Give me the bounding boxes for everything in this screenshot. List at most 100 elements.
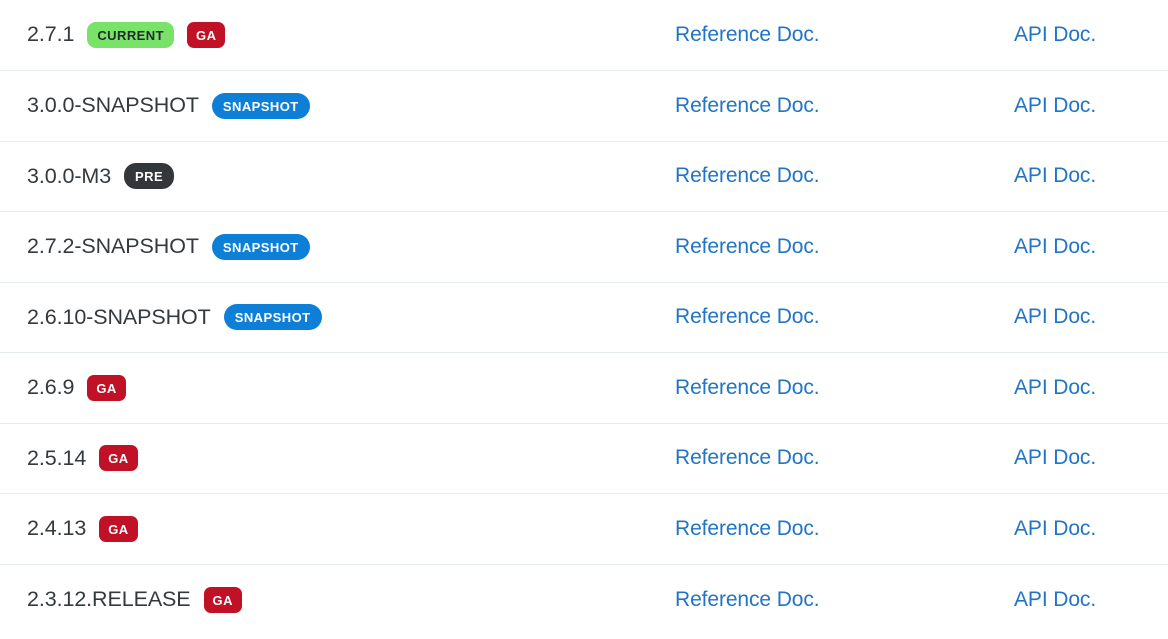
api-doc-link[interactable]: API Doc. [1014, 23, 1096, 46]
version-cell: 2.5.14 GA [0, 422, 653, 494]
version-list-body: 2.7.1 CURRENT GA Reference Doc. API Doc. 3.0.… [0, 0, 1168, 635]
reference-doc-link[interactable]: Reference Doc. [675, 517, 820, 540]
version-cell: 2.4.13 GA [0, 493, 653, 564]
api-doc-link[interactable]: API Doc. [1014, 517, 1096, 540]
reference-doc-link[interactable]: Reference Doc. [675, 164, 820, 187]
reference-doc-link[interactable]: Reference Doc. [675, 446, 820, 469]
status-badge-current: CURRENT [87, 22, 175, 48]
api-doc-cell: API Doc. [996, 422, 1168, 494]
version-label: 2.7.1 [27, 22, 75, 47]
reference-doc-cell: Reference Doc. [653, 563, 996, 635]
api-doc-link[interactable]: API Doc. [1014, 164, 1096, 187]
version-cell: 3.0.0-M3 PRE [0, 140, 653, 212]
reference-doc-cell: Reference Doc. [653, 352, 996, 423]
version-cell: 2.3.12.RELEASE GA [0, 563, 653, 635]
api-doc-cell: API Doc. [996, 281, 1168, 353]
reference-doc-cell: Reference Doc. [653, 0, 996, 71]
api-doc-link[interactable]: API Doc. [1014, 588, 1096, 611]
version-cell: 2.7.1 CURRENT GA [0, 0, 653, 71]
reference-doc-cell-content: Reference Doc. [653, 377, 996, 399]
reference-doc-link[interactable]: Reference Doc. [675, 235, 820, 258]
api-doc-cell: API Doc. [996, 0, 1168, 71]
reference-doc-link[interactable]: Reference Doc. [675, 94, 820, 117]
version-label: 2.3.12.RELEASE [27, 586, 191, 611]
reference-doc-link[interactable]: Reference Doc. [675, 588, 820, 611]
version-cell: 2.6.10-SNAPSHOT SNAPSHOT [0, 281, 653, 353]
api-doc-cell: API Doc. [996, 493, 1168, 564]
api-doc-link[interactable]: API Doc. [1014, 235, 1096, 258]
version-cell-content: 3.0.0-M3 PRE [0, 163, 653, 190]
api-doc-cell-content: API Doc. [996, 589, 1168, 611]
api-doc-cell-content: API Doc. [996, 236, 1168, 258]
reference-doc-cell: Reference Doc. [653, 70, 996, 141]
reference-doc-link[interactable]: Reference Doc. [675, 23, 820, 46]
version-label: 3.0.0-M3 [27, 163, 112, 188]
status-badge-ga: GA [87, 374, 126, 401]
reference-doc-link[interactable]: Reference Doc. [675, 376, 820, 399]
api-doc-cell-content: API Doc. [996, 95, 1168, 117]
version-cell-content: 2.3.12.RELEASE GA [0, 586, 653, 613]
status-badge-ga: GA [203, 586, 242, 613]
version-cell-content: 2.7.2-SNAPSHOT SNAPSHOT [0, 233, 653, 260]
api-doc-cell: API Doc. [996, 352, 1168, 423]
api-doc-cell-content: API Doc. [996, 165, 1168, 187]
version-label: 3.0.0-SNAPSHOT [27, 93, 199, 117]
status-badge-pre: PRE [124, 163, 175, 190]
api-doc-cell-content: API Doc. [996, 24, 1168, 46]
table-row: 3.0.0-SNAPSHOT SNAPSHOT Reference Doc. API … [0, 70, 1168, 141]
status-badge-ga: GA [99, 515, 138, 542]
version-cell-content: 2.6.10-SNAPSHOT SNAPSHOT [0, 304, 653, 331]
status-badge-snapshot: SNAPSHOT [211, 92, 310, 119]
reference-doc-cell-content: Reference Doc. [653, 306, 996, 328]
reference-doc-link[interactable]: Reference Doc. [675, 305, 820, 328]
version-list-table: 2.7.1 CURRENT GA Reference Doc. API Doc. 3.0.… [0, 0, 1168, 635]
version-cell-content: 2.7.1 CURRENT GA [0, 22, 653, 48]
table-row: 2.6.9 GA Reference Doc. API Doc. [0, 352, 1168, 423]
reference-doc-cell-content: Reference Doc. [653, 447, 996, 469]
table-row: 2.4.13 GA Reference Doc. API Doc. [0, 493, 1168, 564]
version-label: 2.4.13 [27, 516, 87, 540]
api-doc-link[interactable]: API Doc. [1014, 305, 1096, 328]
version-cell-content: 3.0.0-SNAPSHOT SNAPSHOT [0, 92, 653, 119]
api-doc-link[interactable]: API Doc. [1014, 446, 1096, 469]
table-row: 2.6.10-SNAPSHOT SNAPSHOT Reference Doc. API… [0, 281, 1168, 353]
reference-doc-cell: Reference Doc. [653, 211, 996, 282]
version-label: 2.5.14 [27, 445, 87, 470]
version-cell-content: 2.6.9 GA [0, 374, 653, 401]
version-cell-content: 2.4.13 GA [0, 515, 653, 542]
api-doc-link[interactable]: API Doc. [1014, 376, 1096, 399]
version-label: 2.6.9 [27, 375, 75, 399]
version-cell: 3.0.0-SNAPSHOT SNAPSHOT [0, 70, 653, 141]
api-doc-cell-content: API Doc. [996, 447, 1168, 469]
reference-doc-cell-content: Reference Doc. [653, 165, 996, 187]
status-badge-snapshot: SNAPSHOT [223, 304, 322, 331]
api-doc-cell: API Doc. [996, 563, 1168, 635]
reference-doc-cell-content: Reference Doc. [653, 95, 996, 117]
version-cell-content: 2.5.14 GA [0, 445, 653, 472]
status-badge-ga: GA [99, 445, 138, 472]
api-doc-link[interactable]: API Doc. [1014, 94, 1096, 117]
api-doc-cell: API Doc. [996, 70, 1168, 141]
reference-doc-cell: Reference Doc. [653, 493, 996, 564]
api-doc-cell-content: API Doc. [996, 377, 1168, 399]
reference-doc-cell-content: Reference Doc. [653, 24, 996, 46]
table-row: 2.5.14 GA Reference Doc. API Doc. [0, 422, 1168, 494]
api-doc-cell-content: API Doc. [996, 306, 1168, 328]
table-row: 2.7.2-SNAPSHOT SNAPSHOT Reference Doc. API … [0, 211, 1168, 282]
table-row: 2.7.1 CURRENT GA Reference Doc. API Doc. [0, 0, 1168, 71]
reference-doc-cell-content: Reference Doc. [653, 589, 996, 611]
api-doc-cell: API Doc. [996, 140, 1168, 212]
table-row: 3.0.0-M3 PRE Reference Doc. API Doc. [0, 140, 1168, 212]
table-row: 2.3.12.RELEASE GA Reference Doc. API Doc. [0, 563, 1168, 635]
version-label: 2.7.2-SNAPSHOT [27, 234, 199, 258]
status-badge-snapshot: SNAPSHOT [211, 233, 310, 260]
reference-doc-cell-content: Reference Doc. [653, 518, 996, 540]
reference-doc-cell: Reference Doc. [653, 281, 996, 353]
api-doc-cell: API Doc. [996, 211, 1168, 282]
version-cell: 2.6.9 GA [0, 352, 653, 423]
reference-doc-cell: Reference Doc. [653, 140, 996, 212]
reference-doc-cell-content: Reference Doc. [653, 236, 996, 258]
version-cell: 2.7.2-SNAPSHOT SNAPSHOT [0, 211, 653, 282]
api-doc-cell-content: API Doc. [996, 518, 1168, 540]
status-badge-ga: GA [187, 22, 226, 48]
